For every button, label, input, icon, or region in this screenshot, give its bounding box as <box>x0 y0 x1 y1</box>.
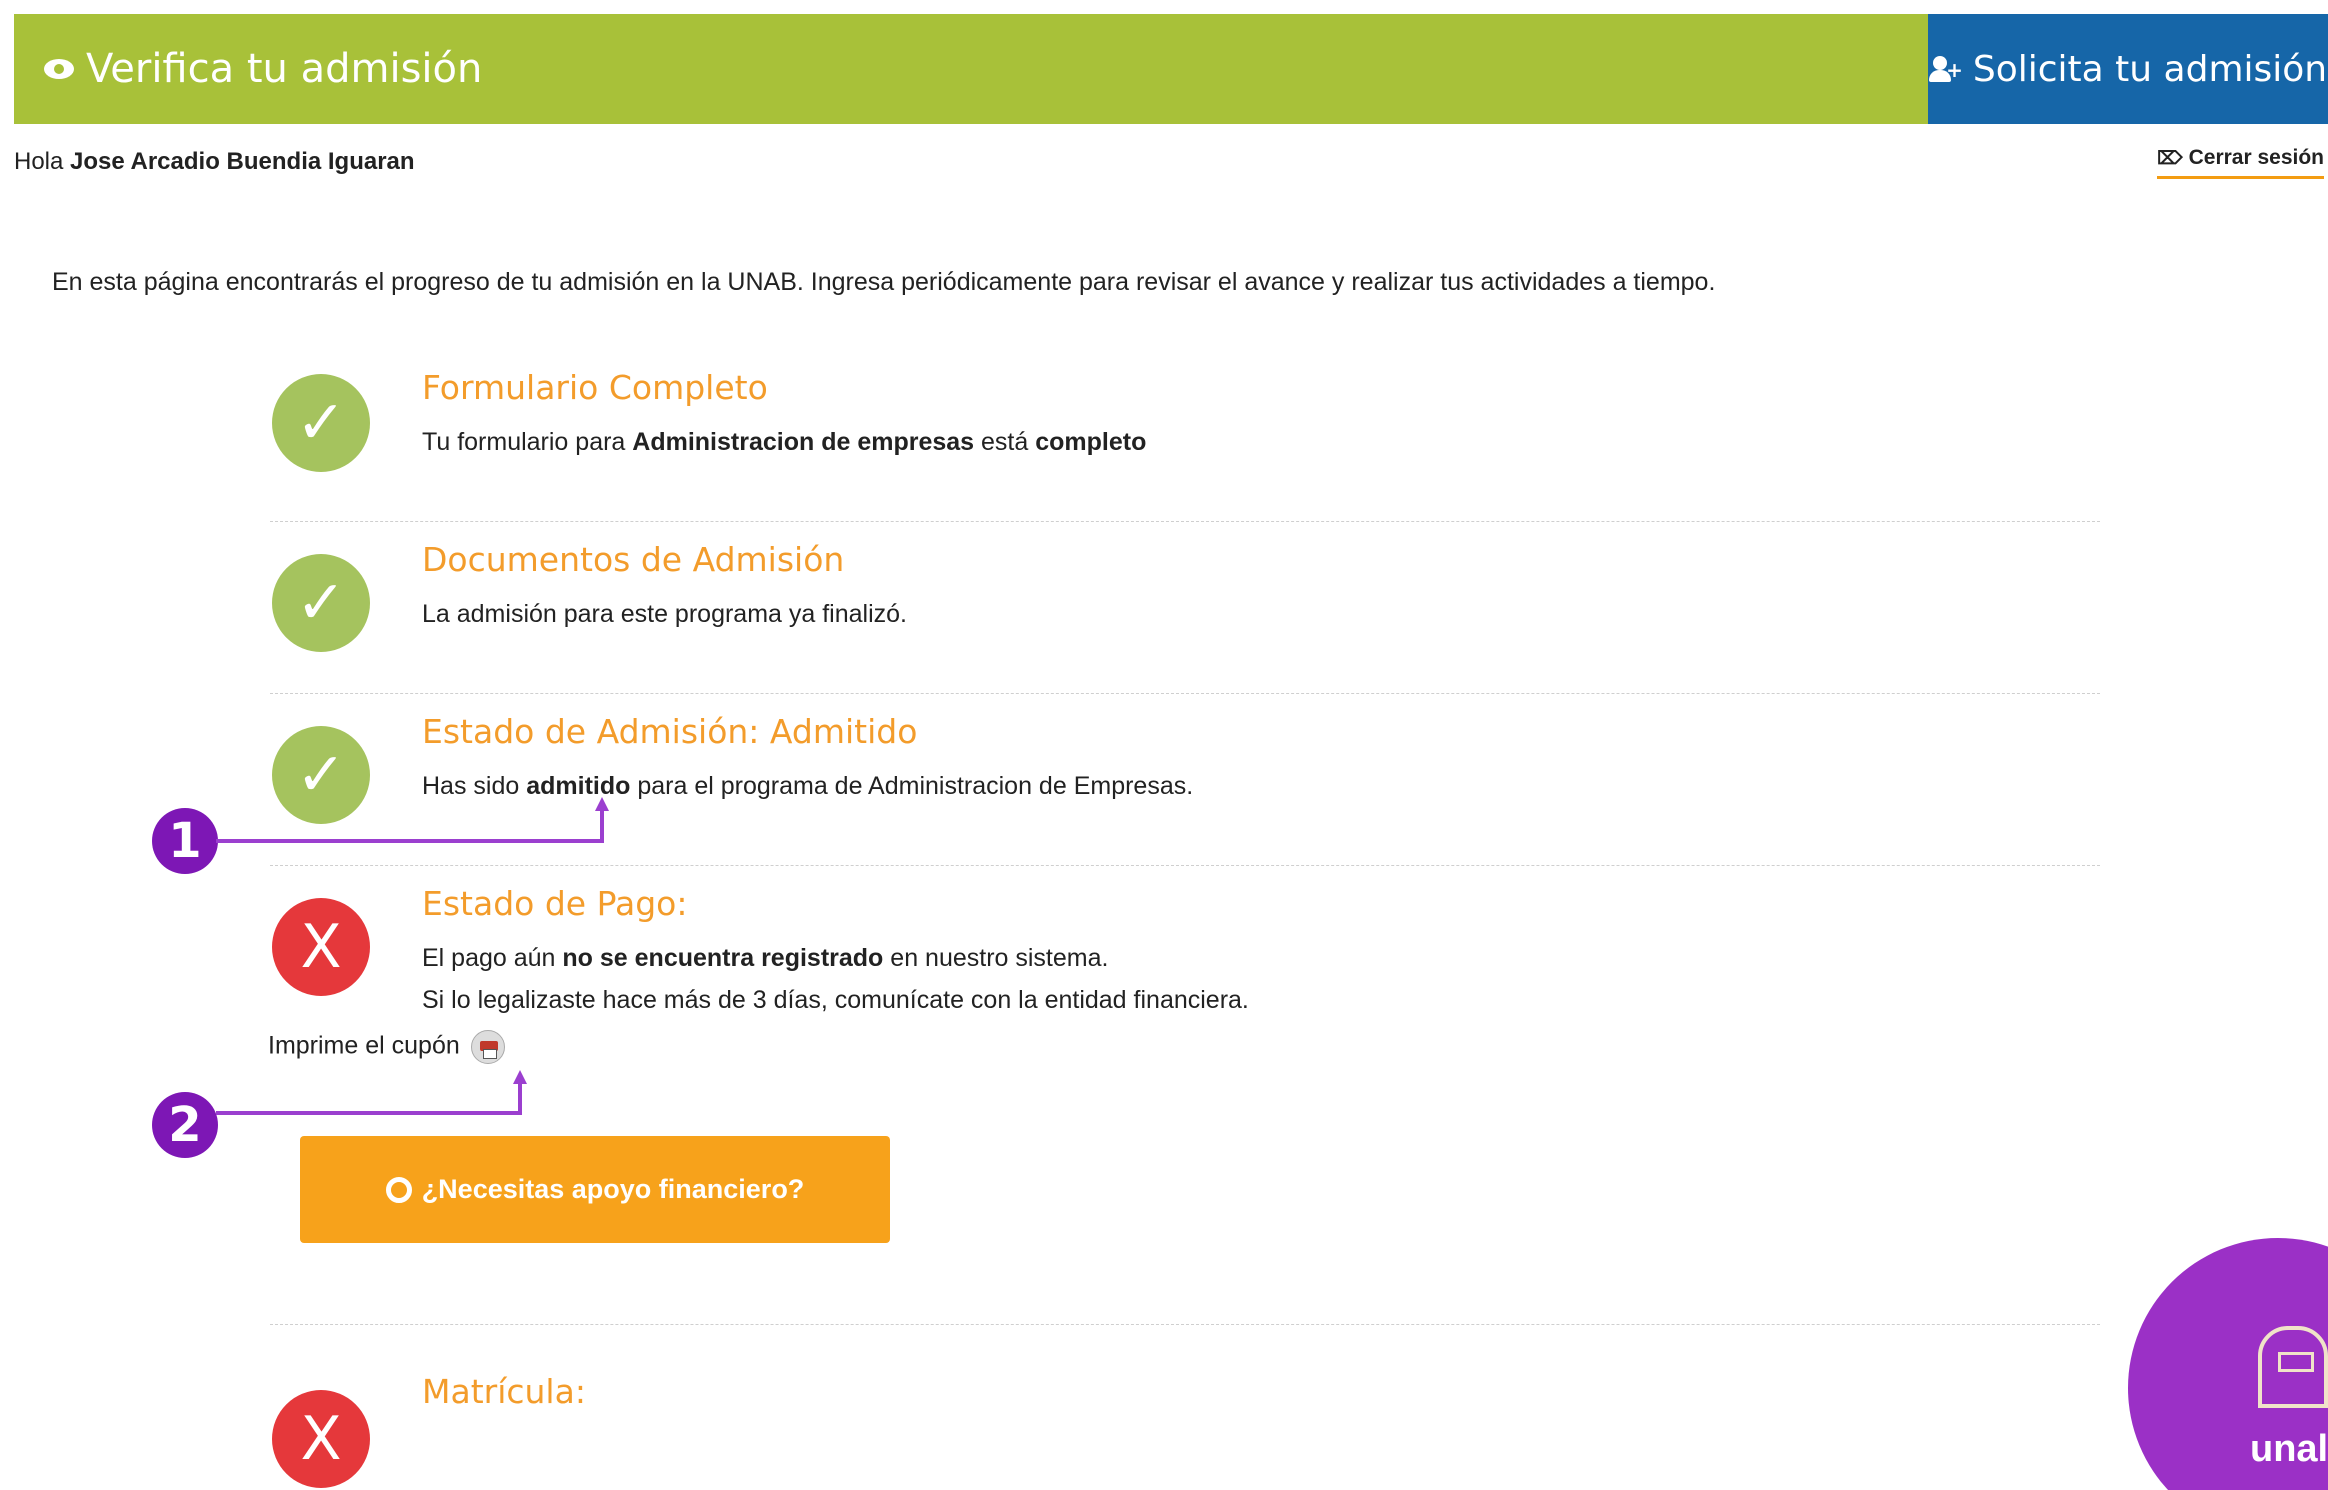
admission-steps: ✓ Formulario Completo Tu formulario para… <box>270 350 2100 1046</box>
print-coupon: Imprime el cupón <box>268 1030 505 1064</box>
step-title: Matrícula: <box>422 1372 586 1411</box>
check-icon: ✓ <box>272 726 370 824</box>
user-name: Jose Arcadio Buendia Iguaran <box>70 148 415 175</box>
divider <box>270 1324 2100 1325</box>
logout-icon: ⌦ <box>2157 148 2183 168</box>
step-title: Estado de Pago: <box>422 884 688 923</box>
step-title: Documentos de Admisión <box>422 540 845 579</box>
greeting-prefix: Hola <box>14 148 64 175</box>
callout-1-line <box>600 810 604 842</box>
step-title: Formulario Completo <box>422 368 768 407</box>
step-title: Estado de Admisión: Admitido <box>422 712 918 751</box>
admitted-word: admitido <box>526 772 631 800</box>
step-enrollment: X Matrícula: <box>270 1350 2100 1488</box>
check-icon: ✓ <box>272 374 370 472</box>
financial-support-button[interactable]: ¿Necesitas apoyo financiero? <box>300 1136 890 1243</box>
request-admission-label: Solicita tu admisión <box>1972 48 2328 90</box>
step-payment-status: X Estado de Pago: El pago aún no se encu… <box>270 866 2100 1046</box>
callout-2-arrow <box>513 1070 527 1084</box>
page-title: Verifica tu admisión <box>14 14 1928 124</box>
print-coupon-label: Imprime el cupón <box>268 1031 460 1060</box>
lifebuoy-icon <box>385 1176 412 1203</box>
step-text: El pago aún no se encuentra registrado e… <box>422 944 1249 1014</box>
school-icon <box>2258 1326 2328 1408</box>
step-text: Has sido admitido para el programa de Ad… <box>422 772 1194 800</box>
header-bar: Verifica tu admisión + Solicita tu admis… <box>14 14 2328 124</box>
intro-text: En esta página encontrarás el progreso d… <box>52 268 1716 296</box>
callout-1-marker: 1 <box>152 808 218 874</box>
eye-icon <box>44 59 74 79</box>
callout-2-line <box>216 1111 522 1115</box>
unab-floating-button[interactable]: unal <box>2128 1238 2328 1490</box>
page-title-text: Verifica tu admisión <box>86 46 483 92</box>
fab-label: unal <box>2250 1428 2328 1470</box>
logout-link[interactable]: ⌦ Cerrar sesión <box>2157 146 2324 179</box>
request-admission-button[interactable]: + Solicita tu admisión <box>1928 14 2328 124</box>
greeting: Hola Jose Arcadio Buendia Iguaran <box>14 148 415 176</box>
step-text: La admisión para este programa ya finali… <box>422 600 907 628</box>
callout-2-line <box>518 1082 522 1114</box>
add-user-icon: + <box>1928 56 1963 82</box>
callout-1-arrow <box>595 797 609 811</box>
step-text: Tu formulario para Administracion de emp… <box>422 428 1147 456</box>
x-icon: X <box>272 898 370 996</box>
x-icon: X <box>272 1390 370 1488</box>
callout-2-marker: 2 <box>152 1092 218 1158</box>
step-documents: ✓ Documentos de Admisión La admisión par… <box>270 522 2100 694</box>
printer-icon[interactable] <box>470 1030 505 1064</box>
financial-support-label: ¿Necesitas apoyo financiero? <box>421 1174 805 1204</box>
check-icon: ✓ <box>272 554 370 652</box>
logout-label: Cerrar sesión <box>2188 146 2324 169</box>
callout-1-line <box>216 839 604 843</box>
step-form-complete: ✓ Formulario Completo Tu formulario para… <box>270 350 2100 522</box>
